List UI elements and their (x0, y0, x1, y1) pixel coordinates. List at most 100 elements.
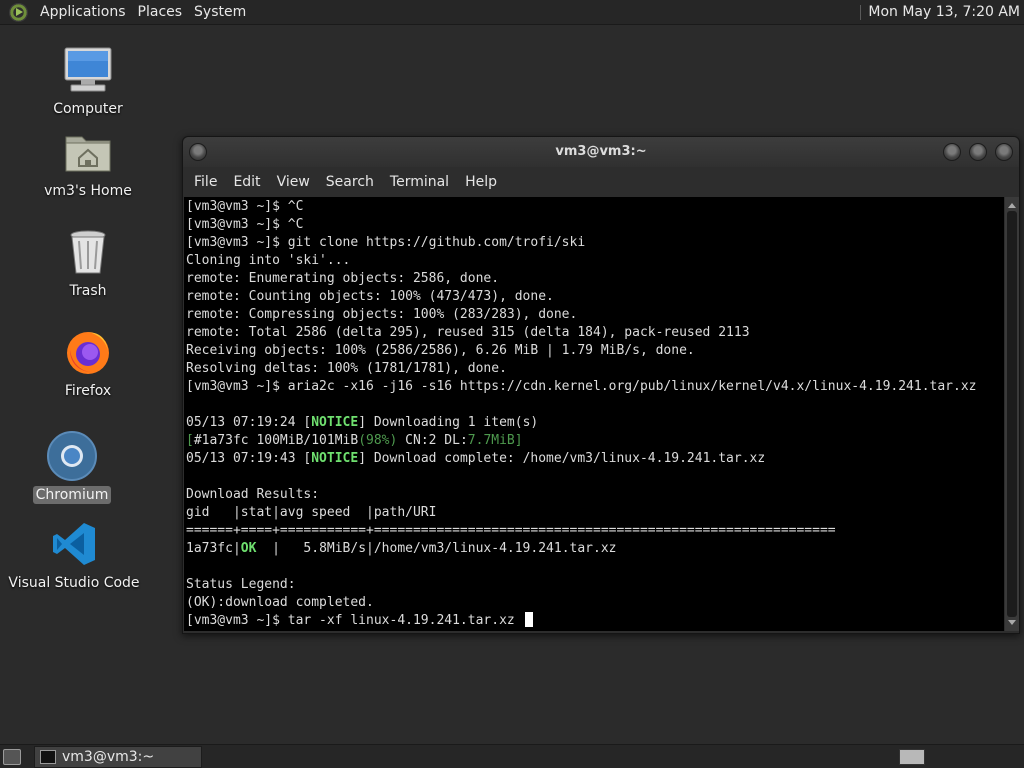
show-desktop-icon[interactable] (3, 749, 21, 765)
terminal-window: vm3@vm3:~ File Edit View Search Terminal… (182, 136, 1020, 634)
panel-separator (860, 4, 862, 20)
terminal-line: Download Results: (186, 486, 977, 504)
terminal-text-segment: NOTICE (311, 415, 359, 430)
firefox-icon (62, 326, 114, 378)
computer-icon (62, 44, 114, 96)
terminal-line: Resolving deltas: 100% (1781/1781), done… (186, 360, 977, 378)
terminal-text-segment: Resolving deltas: 100% (1781/1781), done… (186, 361, 507, 376)
menu-terminal[interactable]: Terminal (380, 174, 449, 190)
terminal-text-segment: ] Download complete: /home/vm3/linux-4.1… (358, 451, 766, 466)
terminal-text-segment: Download Results: (186, 487, 320, 502)
terminal-line: 05/13 07:19:24 [NOTICE] Downloading 1 it… (186, 414, 977, 432)
places-menu[interactable]: Places (132, 4, 189, 20)
terminal-text-segment: remote: Compressing objects: 100% (283/2… (186, 307, 578, 322)
terminal-line: Cloning into 'ski'... (186, 252, 977, 270)
desktop-icon-label: Visual Studio Code (8, 575, 140, 591)
terminal-line: remote: Total 2586 (delta 295), reused 3… (186, 324, 977, 342)
terminal-lines: [vm3@vm3 ~]$ ^C [vm3@vm3 ~]$ ^C [vm3@vm3 ~… (186, 198, 977, 630)
window-title: vm3@vm3:~ (555, 144, 647, 159)
scroll-down-arrow-icon[interactable] (1008, 620, 1016, 625)
terminal-text-segment: [vm3@vm3 ~]$ aria2c -x16 -j16 -s16 https… (186, 379, 977, 394)
desktop-icon-label: Firefox (64, 383, 112, 399)
menu-help[interactable]: Help (455, 174, 497, 190)
terminal-text-segment: [vm3@vm3 ~]$ tar -xf linux-4.19.241.tar.… (186, 613, 523, 628)
terminal-line: [#1a73fc 100MiB/101MiB(98%) CN:2 DL:7.7M… (186, 432, 977, 450)
desktop-icon-vscode[interactable]: Visual Studio Code (4, 518, 144, 592)
desktop-icon-home[interactable]: vm3's Home (18, 126, 158, 200)
terminal-text-segment: ======+====+===========+================… (186, 523, 836, 538)
terminal-text-segment: 7.7MiB (467, 433, 515, 448)
terminal-line: Status Legend: (186, 576, 977, 594)
chromium-icon (46, 430, 98, 482)
top-panel: Applications Places System Mon May 13, 7… (0, 0, 1024, 25)
terminal-cursor (524, 612, 533, 627)
terminal-text-segment: (98%) (358, 433, 398, 448)
system-menu[interactable]: System (188, 4, 252, 20)
scroll-up-arrow-icon[interactable] (1008, 203, 1016, 208)
terminal-text-segment: 05/13 07:19:43 [ (186, 451, 312, 466)
terminal-line: remote: Compressing objects: 100% (283/2… (186, 306, 977, 324)
terminal-menubar: File Edit View Search Terminal Help (183, 171, 1019, 193)
workspace-switcher[interactable] (899, 749, 925, 765)
terminal-line: ======+====+===========+================… (186, 522, 977, 540)
applications-menu[interactable]: Applications (34, 4, 132, 20)
terminal-line: [vm3@vm3 ~]$ git clone https://github.co… (186, 234, 977, 252)
applications-logo-icon[interactable] (9, 2, 28, 22)
terminal-text-segment: | 5.8MiB/s|/home/vm3/linux-4.19.241.tar.… (256, 541, 617, 556)
terminal-scrollbar[interactable] (1005, 197, 1019, 631)
desktop-icon-computer[interactable]: Computer (18, 44, 158, 118)
minimize-button[interactable] (943, 143, 961, 161)
terminal-text-segment: Receiving objects: 100% (2586/2586), 6.2… (186, 343, 695, 358)
terminal-text-segment: [ (186, 433, 194, 448)
desktop-icon-firefox[interactable]: Firefox (18, 326, 158, 400)
terminal-line: remote: Counting objects: 100% (473/473)… (186, 288, 977, 306)
maximize-button[interactable] (969, 143, 987, 161)
taskbar-button-label: vm3@vm3:~ (62, 749, 155, 765)
trash-icon (62, 226, 114, 278)
desktop-icon-label: Trash (69, 283, 107, 299)
menu-view[interactable]: View (267, 174, 310, 190)
terminal-line: (OK):download completed. (186, 594, 977, 612)
scrollbar-thumb[interactable] (1007, 211, 1017, 617)
terminal-line: [vm3@vm3 ~]$ tar -xf linux-4.19.241.tar.… (186, 612, 977, 630)
terminal-output[interactable]: [vm3@vm3 ~]$ ^C [vm3@vm3 ~]$ ^C [vm3@vm3 ~… (184, 197, 1004, 631)
terminal-text-segment: (OK):download completed. (186, 595, 374, 610)
desktop-icon-label: Chromium (32, 486, 112, 504)
terminal-icon (40, 750, 56, 764)
terminal-text-segment: Cloning into 'ski'... (186, 253, 351, 268)
terminal-titlebar[interactable]: vm3@vm3:~ (183, 137, 1019, 167)
terminal-text-segment: [vm3@vm3 ~]$ ^C (186, 199, 304, 214)
close-button[interactable] (995, 143, 1013, 161)
terminal-line: 05/13 07:19:43 [NOTICE] Download complet… (186, 450, 977, 468)
terminal-text-segment: OK (240, 541, 257, 556)
terminal-line: remote: Enumerating objects: 2586, done. (186, 270, 977, 288)
terminal-line: [vm3@vm3 ~]$ ^C (186, 198, 977, 216)
taskbar-terminal-button[interactable]: vm3@vm3:~ (34, 746, 202, 768)
menu-search[interactable]: Search (316, 174, 374, 190)
clock[interactable]: Mon May 13, 7:20 AM (868, 4, 1020, 20)
terminal-line: 1a73fc|OK | 5.8MiB/s|/home/vm3/linux-4.1… (186, 540, 977, 558)
terminal-text-segment: remote: Enumerating objects: 2586, done. (186, 271, 500, 286)
terminal-line: gid |stat|avg speed |path/URI (186, 504, 977, 522)
bottom-panel: vm3@vm3:~ (0, 744, 1024, 768)
terminal-line: [vm3@vm3 ~]$ aria2c -x16 -j16 -s16 https… (186, 378, 977, 396)
terminal-text-segment: remote: Total 2586 (delta 295), reused 3… (186, 325, 750, 340)
menu-edit[interactable]: Edit (223, 174, 260, 190)
terminal-text-segment: [vm3@vm3 ~]$ ^C (186, 217, 304, 232)
menu-file[interactable]: File (183, 174, 217, 190)
terminal-text-segment: CN:2 DL: (397, 433, 468, 448)
terminal-line: [vm3@vm3 ~]$ ^C (186, 216, 977, 234)
desktop-icon-chromium[interactable]: Chromium (2, 430, 142, 504)
terminal-text-segment: NOTICE (311, 451, 359, 466)
terminal-text-segment: remote: Counting objects: 100% (473/473)… (186, 289, 554, 304)
terminal-text-segment: 05/13 07:19:24 [ (186, 415, 312, 430)
desktop-icon-label: Computer (53, 101, 123, 117)
desktop-icon-trash[interactable]: Trash (18, 226, 158, 300)
terminal-text-segment: gid |stat|avg speed |path/URI (186, 505, 437, 520)
desktop-icon-label: vm3's Home (44, 183, 132, 199)
terminal-line: Receiving objects: 100% (2586/2586), 6.2… (186, 342, 977, 360)
home-folder-icon (62, 126, 114, 178)
